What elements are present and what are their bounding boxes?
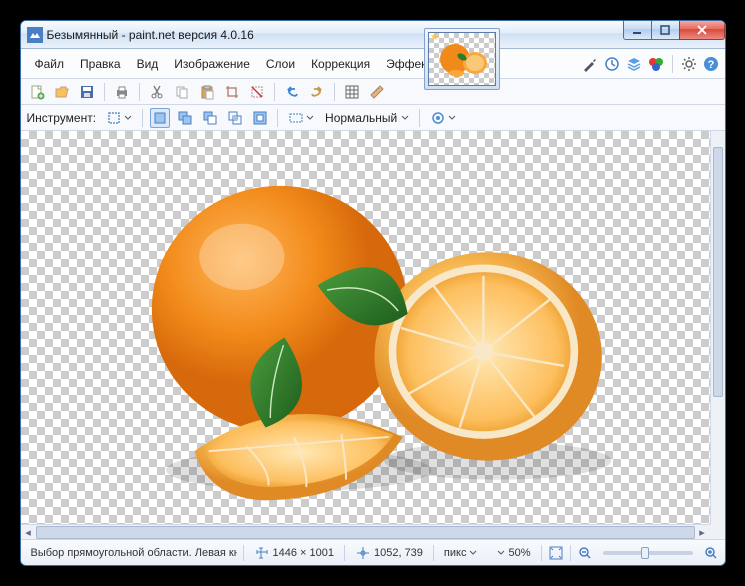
- selection-shape-dropdown[interactable]: [285, 109, 317, 127]
- help-icon[interactable]: ?: [703, 56, 719, 72]
- canvas-area: ◂ ▸: [21, 131, 725, 539]
- mode-label: Нормальный: [325, 111, 399, 125]
- units-dropdown[interactable]: пикс: [440, 547, 482, 559]
- menu-view[interactable]: Вид: [129, 53, 167, 75]
- scrollbar-thumb[interactable]: [36, 526, 695, 539]
- status-hint: Выбор прямоугольной области. Левая кнопк…: [27, 547, 237, 559]
- menu-layers[interactable]: Слои: [258, 53, 303, 75]
- thumbnail-image: [429, 33, 497, 85]
- menu-adjustments[interactable]: Коррекция: [303, 53, 378, 75]
- app-window: Безымянный - paint.net версия 4.0.16 ★ Ф…: [20, 20, 726, 566]
- fit-window-icon[interactable]: [548, 545, 564, 561]
- status-dimensions: 1446 × 1001: [250, 545, 338, 561]
- redo-button[interactable]: [307, 82, 327, 102]
- window-title: Безымянный - paint.net версия 4.0.16: [47, 28, 254, 42]
- undo-button[interactable]: [282, 82, 302, 102]
- scroll-corner: [710, 524, 725, 539]
- cursor-value: 1052, 739: [374, 547, 423, 559]
- dimensions-value: 1446 × 1001: [273, 547, 334, 559]
- vertical-scrollbar[interactable]: [710, 131, 725, 524]
- dimensions-icon: [254, 545, 270, 561]
- chevron-down-icon: [401, 114, 409, 122]
- status-cursor: 1052, 739: [351, 545, 427, 561]
- deselect-button[interactable]: [247, 82, 267, 102]
- canvas[interactable]: ◂ ▸: [21, 131, 725, 539]
- statusbar: Выбор прямоугольной области. Левая кнопк…: [21, 539, 725, 565]
- image-content: [21, 131, 710, 524]
- units-label: пикс: [444, 547, 467, 559]
- save-button[interactable]: [77, 82, 97, 102]
- open-button[interactable]: [52, 82, 72, 102]
- minimize-button[interactable]: [623, 21, 652, 40]
- grid-button[interactable]: [342, 82, 362, 102]
- chevron-down-icon: [469, 549, 477, 557]
- horizontal-scrollbar[interactable]: ◂ ▸: [21, 524, 710, 539]
- close-button[interactable]: [679, 21, 725, 40]
- zoom-value: 50%: [508, 547, 530, 559]
- chevron-down-icon: [124, 114, 132, 122]
- zoom-in-icon[interactable]: [703, 545, 719, 561]
- image-thumbnail-panel[interactable]: ★: [424, 28, 500, 90]
- history-icon[interactable]: [604, 56, 620, 72]
- zoom-slider[interactable]: [603, 551, 693, 555]
- menubar: Файл Правка Вид Изображение Слои Коррекц…: [21, 49, 725, 79]
- colors-icon[interactable]: [648, 56, 664, 72]
- selection-invert-button[interactable]: [250, 108, 270, 128]
- main-toolbar: [21, 79, 725, 105]
- zoom-out-icon[interactable]: [577, 545, 593, 561]
- svg-text:?: ?: [707, 59, 714, 71]
- chevron-down-icon: [497, 549, 505, 557]
- cut-button[interactable]: [147, 82, 167, 102]
- chevron-down-icon: [448, 114, 456, 122]
- flood-mode-dropdown[interactable]: [427, 109, 459, 127]
- app-icon: [27, 27, 43, 43]
- selection-subtract-button[interactable]: [200, 108, 220, 128]
- selection-replace-button[interactable]: [150, 108, 170, 128]
- tool-selector[interactable]: [103, 109, 135, 127]
- scrollbar-thumb[interactable]: [713, 147, 723, 397]
- selection-mode-dropdown[interactable]: Нормальный: [322, 110, 412, 126]
- star-icon: ★: [430, 32, 439, 43]
- ruler-button[interactable]: [367, 82, 387, 102]
- copy-button[interactable]: [172, 82, 192, 102]
- scroll-right-button[interactable]: ▸: [695, 526, 710, 539]
- new-button[interactable]: [27, 82, 47, 102]
- crop-button[interactable]: [222, 82, 242, 102]
- selection-intersect-button[interactable]: [225, 108, 245, 128]
- selection-add-button[interactable]: [175, 108, 195, 128]
- slider-knob[interactable]: [641, 547, 649, 559]
- instrument-label: Инструмент:: [27, 111, 99, 125]
- zoom-dropdown[interactable]: 50%: [493, 547, 534, 559]
- titlebar[interactable]: Безымянный - paint.net версия 4.0.16: [21, 21, 725, 49]
- scroll-left-button[interactable]: ◂: [21, 526, 36, 539]
- settings-icon[interactable]: [681, 56, 697, 72]
- paste-button[interactable]: [197, 82, 217, 102]
- print-button[interactable]: [112, 82, 132, 102]
- menu-edit[interactable]: Правка: [72, 53, 129, 75]
- cursor-pos-icon: [355, 545, 371, 561]
- menu-file[interactable]: Файл: [27, 53, 73, 75]
- tool-options-bar: Инструмент: Нормальный: [21, 105, 725, 131]
- chevron-down-icon: [306, 114, 314, 122]
- maximize-button[interactable]: [651, 21, 680, 40]
- menu-image[interactable]: Изображение: [166, 53, 258, 75]
- layers-icon[interactable]: [626, 56, 642, 72]
- tools-icon[interactable]: [582, 56, 598, 72]
